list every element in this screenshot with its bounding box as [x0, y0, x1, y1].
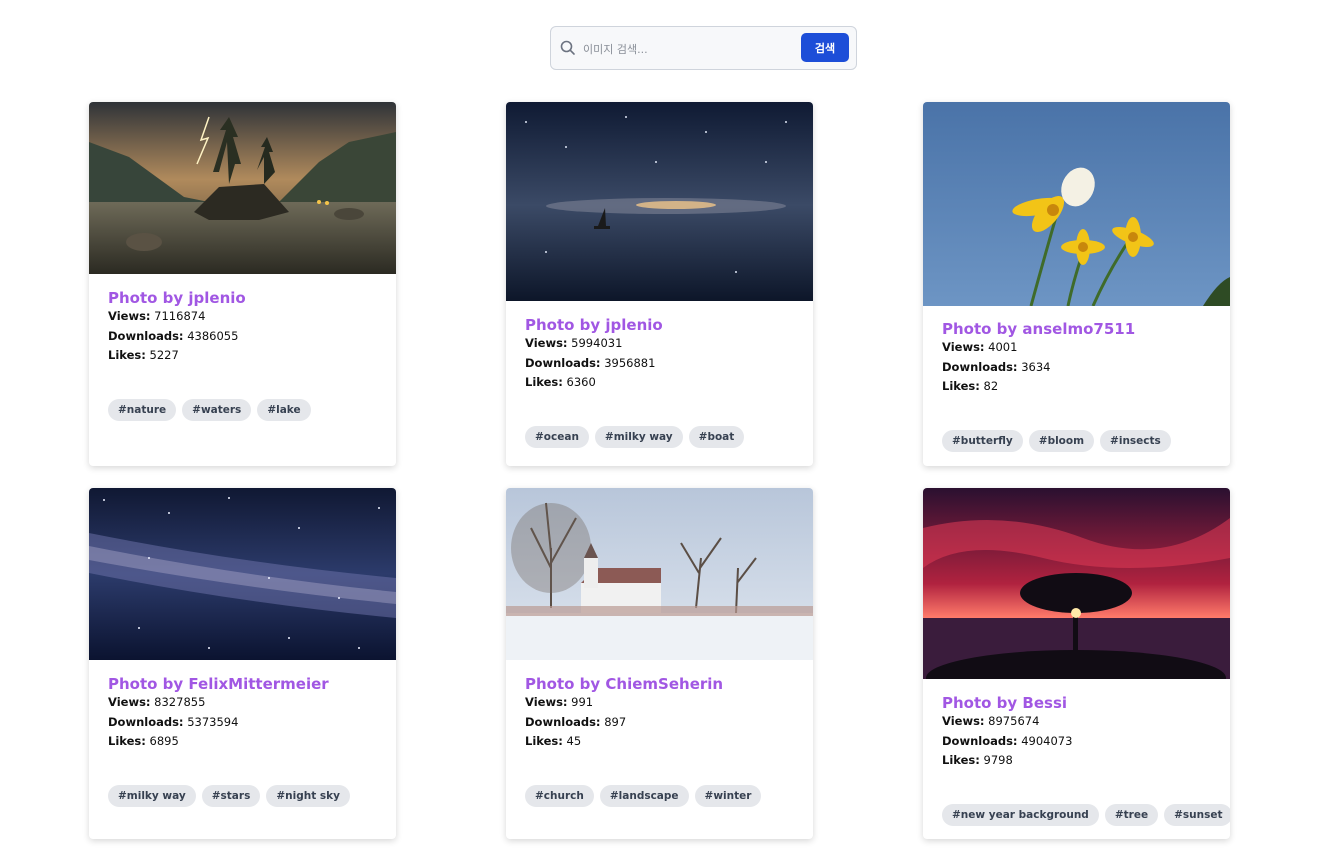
card-title[interactable]: Photo by jplenio	[525, 316, 663, 334]
card-title[interactable]: Photo by anselmo7511	[942, 320, 1135, 338]
views-stat: Views: 991	[525, 695, 594, 709]
photo-image[interactable]	[89, 102, 396, 274]
likes-stat: Likes: 9798	[942, 753, 1013, 767]
likes-stat: Likes: 45	[525, 734, 582, 748]
tag-list: #new year background #tree #sunset	[942, 804, 1230, 826]
views-stat: Views: 8975674	[942, 714, 1040, 728]
tag-list: #butterfly #bloom #insects	[942, 430, 1171, 452]
likes-stat: Likes: 6895	[108, 734, 179, 748]
likes-stat: Likes: 6360	[525, 375, 596, 389]
photo-card: Photo by jplenio Views: 7116874 Download…	[89, 102, 396, 466]
downloads-stat: Downloads: 4904073	[942, 733, 1073, 748]
tag[interactable]: #bloom	[1028, 430, 1095, 452]
photo-image[interactable]	[923, 102, 1230, 306]
photo-image[interactable]	[506, 102, 813, 301]
search-bar: 검색	[550, 26, 857, 70]
tag[interactable]: #tree	[1104, 804, 1159, 826]
photo-card: Photo by anselmo7511 Views: 4001 Downloa…	[923, 102, 1230, 466]
search-icon	[560, 40, 575, 55]
tag[interactable]: #milky way	[594, 426, 683, 448]
downloads-stat: Downloads: 4386055	[108, 328, 239, 343]
tag[interactable]: #winter	[694, 785, 762, 807]
photo-card: Photo by Bessi Views: 8975674 Downloads:…	[923, 488, 1230, 839]
photo-image[interactable]	[506, 488, 813, 660]
tag[interactable]: #landscape	[599, 785, 689, 807]
card-title[interactable]: Photo by FelixMittermeier	[108, 675, 329, 693]
downloads-stat: Downloads: 897	[525, 714, 627, 729]
tag[interactable]: #insects	[1100, 430, 1171, 452]
photo-card: Photo by FelixMittermeier Views: 8327855…	[89, 488, 396, 839]
tag-list: #ocean #milky way #boat	[525, 426, 745, 448]
tag[interactable]: #boat	[688, 426, 745, 448]
tag[interactable]: #butterfly	[942, 430, 1023, 452]
views-stat: Views: 8327855	[108, 695, 206, 709]
tag[interactable]: #church	[525, 785, 594, 807]
views-stat: Views: 4001	[942, 340, 1018, 354]
views-stat: Views: 5994031	[525, 336, 623, 350]
likes-stat: Likes: 5227	[108, 348, 179, 362]
tag[interactable]: #milky way	[108, 785, 196, 807]
card-title[interactable]: Photo by ChiemSeherin	[525, 675, 723, 693]
tag[interactable]: #nature	[108, 399, 177, 421]
tag[interactable]: #stars	[201, 785, 261, 807]
card-title[interactable]: Photo by Bessi	[942, 694, 1072, 712]
tag[interactable]: #waters	[182, 399, 252, 421]
likes-stat: Likes: 82	[942, 379, 999, 393]
photo-card: Photo by jplenio Views: 5994031 Download…	[506, 102, 813, 466]
views-stat: Views: 7116874	[108, 309, 206, 323]
photo-card: Photo by ChiemSeherin Views: 991 Downloa…	[506, 488, 813, 839]
tag[interactable]: #sunset	[1164, 804, 1230, 826]
photo-image[interactable]	[89, 488, 396, 660]
tag[interactable]: #night sky	[266, 785, 350, 807]
tag-list: #milky way #stars #night sky	[108, 785, 350, 807]
tag[interactable]: #lake	[257, 399, 311, 421]
photo-image[interactable]	[923, 488, 1230, 679]
tag[interactable]: #new year background	[942, 804, 1099, 826]
downloads-stat: Downloads: 3956881	[525, 355, 656, 370]
downloads-stat: Downloads: 3634	[942, 359, 1051, 374]
search-input[interactable]	[583, 37, 793, 61]
tag[interactable]: #ocean	[525, 426, 589, 448]
downloads-stat: Downloads: 5373594	[108, 714, 239, 729]
tag-list: #nature #waters #lake	[108, 399, 311, 421]
tag-list: #church #landscape #winter	[525, 785, 762, 807]
search-button[interactable]: 검색	[801, 33, 849, 62]
card-title[interactable]: Photo by jplenio	[108, 289, 246, 307]
